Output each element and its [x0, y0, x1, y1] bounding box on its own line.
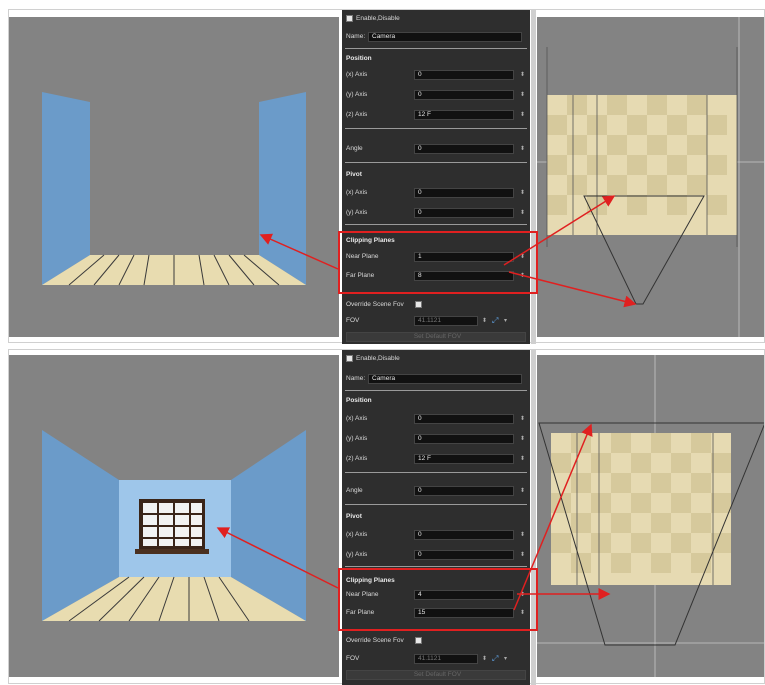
- example-near1-far8: Enable,Disable Name: Camera Position (x)…: [8, 9, 765, 344]
- annotation-arrows: [259, 195, 637, 308]
- example-near4-far15: Enable,Disable Name: Camera Position (x)…: [8, 349, 765, 685]
- annotation-arrows: [216, 423, 611, 611]
